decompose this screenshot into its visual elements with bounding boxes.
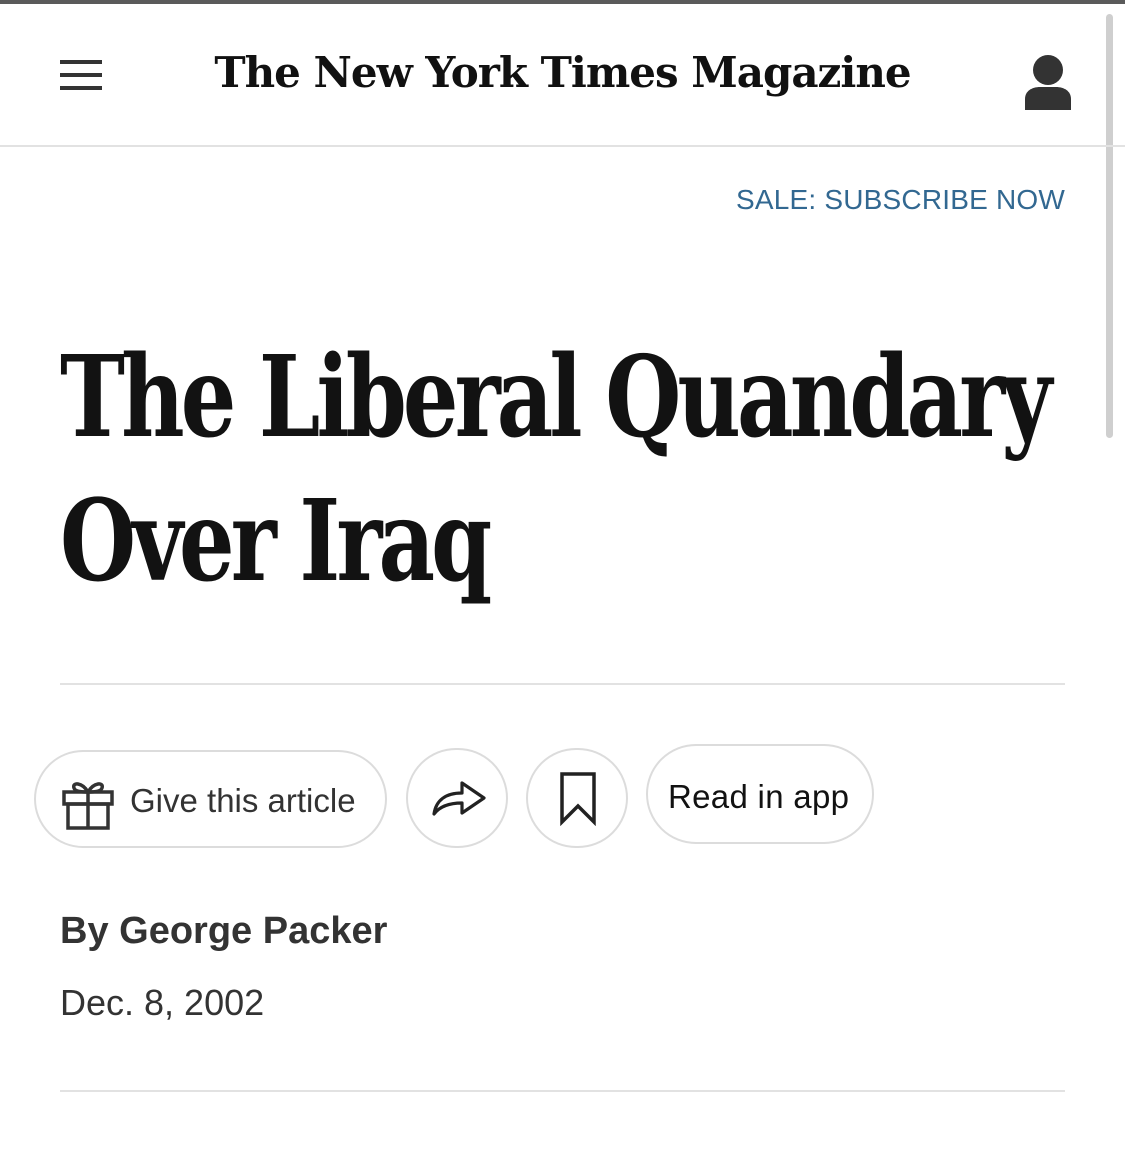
give-article-label: Give this article [130, 782, 356, 819]
read-in-app-button[interactable]: Read in app [646, 744, 874, 844]
save-button[interactable] [526, 748, 628, 848]
divider [60, 1090, 1065, 1092]
divider [60, 683, 1065, 685]
give-article-button[interactable]: Give this article [34, 750, 387, 848]
read-in-app-label: Read in app [668, 778, 850, 815]
byline[interactable]: By George Packer [60, 910, 387, 953]
subscribe-link[interactable]: SALE: SUBSCRIBE NOW [736, 184, 1065, 216]
publish-date: Dec. 8, 2002 [60, 982, 265, 1023]
user-account-icon[interactable] [1022, 52, 1074, 114]
masthead-logo[interactable]: The New York Times Magazine [0, 48, 1125, 97]
share-button[interactable] [406, 748, 508, 848]
headline-line-1: The Liberal Quandary [60, 332, 1052, 463]
article-headline: The Liberal Quandary Over Iraq [60, 326, 1052, 614]
site-header: The New York Times Magazine [0, 4, 1125, 147]
share-arrow-icon [430, 778, 488, 823]
gift-icon [60, 778, 116, 835]
headline-line-2: Over Iraq [60, 476, 492, 607]
bookmark-icon [558, 770, 598, 831]
